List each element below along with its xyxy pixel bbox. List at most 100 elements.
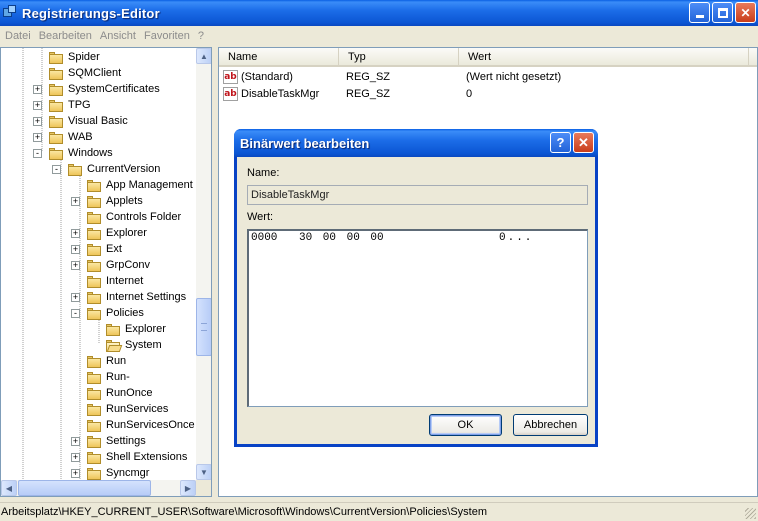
tree-expander[interactable]: +: [33, 117, 42, 126]
tree-expander[interactable]: -: [71, 309, 80, 318]
help-button[interactable]: ?: [550, 132, 571, 153]
tree-expander[interactable]: +: [33, 85, 42, 94]
minimize-icon: [695, 15, 704, 18]
tree-item[interactable]: Explorer: [105, 321, 166, 337]
tree-expander[interactable]: -: [52, 165, 61, 174]
column-value[interactable]: Wert: [459, 48, 749, 65]
hscroll-thumb[interactable]: [18, 480, 151, 496]
tree-item[interactable]: Shell Extensions: [86, 449, 187, 465]
string-value-icon: ab: [223, 87, 238, 101]
list-header: Name Typ Wert: [219, 48, 757, 67]
menu-datei[interactable]: Datei: [3, 30, 37, 42]
folder-icon: [86, 435, 102, 448]
tree-item[interactable]: RunServicesOnce: [86, 417, 195, 433]
tree-item[interactable]: Run-: [86, 369, 130, 385]
hex-bytes: 30 00 00 00: [299, 232, 384, 244]
dialog-close-button[interactable]: ✕: [573, 132, 594, 153]
column-name[interactable]: Name: [219, 48, 339, 65]
tree-item[interactable]: Spider: [48, 49, 100, 65]
row-value: 0: [466, 88, 473, 100]
menu-bar: Datei Bearbeiten Ansicht Favoriten ?: [0, 26, 758, 45]
tree-expander[interactable]: +: [71, 469, 80, 478]
tree-item[interactable]: CurrentVersion: [67, 161, 160, 177]
tree-expander[interactable]: +: [71, 197, 80, 206]
folder-icon: [105, 323, 121, 336]
tree-expander[interactable]: +: [71, 293, 80, 302]
tree-item[interactable]: Controls Folder: [86, 209, 181, 225]
tree-item-label: Visual Basic: [68, 115, 128, 127]
tree-item-label: Internet Settings: [106, 291, 187, 303]
folder-icon: [48, 115, 64, 128]
title-bar[interactable]: Registrierungs-Editor ✕: [0, 0, 758, 26]
tree-item-label: Run: [106, 355, 127, 367]
close-button[interactable]: ✕: [735, 2, 756, 23]
scroll-left-button[interactable]: ◀: [1, 480, 17, 496]
tree-expander[interactable]: +: [71, 261, 80, 270]
list-row[interactable]: ab (Standard) REG_SZ (Wert nicht gesetzt…: [223, 69, 561, 85]
registry-tree[interactable]: Spider SQMClient + SystemCertificates + TPG + V…: [0, 47, 212, 497]
tree-item-label: Spider: [68, 51, 100, 63]
tree-expander[interactable]: +: [71, 437, 80, 446]
tree-item[interactable]: WAB: [48, 129, 93, 145]
minimize-button[interactable]: [689, 2, 710, 23]
tree-item-label: SQMClient: [68, 67, 122, 79]
folder-icon: [86, 355, 102, 368]
list-row[interactable]: ab DisableTaskMgr REG_SZ 0: [223, 86, 472, 102]
menu-bearbeiten[interactable]: Bearbeiten: [37, 30, 98, 42]
tree-item[interactable]: Run: [86, 353, 126, 369]
folder-icon: [48, 51, 64, 64]
dialog-title: Binärwert bearbeiten: [240, 135, 370, 151]
ok-button[interactable]: OK: [429, 414, 502, 436]
tree-expander[interactable]: +: [33, 101, 42, 110]
tree-item[interactable]: SQMClient: [48, 65, 121, 81]
folder-icon: [86, 403, 102, 416]
hex-editor[interactable]: 0000 30 00 00 00 0...: [247, 229, 588, 407]
tree-item-label: Explorer: [125, 323, 166, 335]
folder-icon: [48, 83, 64, 96]
scroll-right-button[interactable]: ▶: [180, 480, 196, 496]
tree-item[interactable]: Settings: [86, 433, 146, 449]
string-value-icon: ab: [223, 70, 238, 84]
tree-item[interactable]: Internet Settings: [86, 289, 186, 305]
tree-item[interactable]: App Management: [86, 177, 193, 193]
tree-expander[interactable]: -: [33, 149, 42, 158]
scroll-down-button[interactable]: ▼: [196, 464, 211, 480]
menu-ansicht[interactable]: Ansicht: [98, 30, 142, 42]
tree-item[interactable]: RunServices: [86, 401, 168, 417]
tree-item-label: Windows: [68, 147, 113, 159]
tree-item[interactable]: RunOnce: [86, 385, 152, 401]
status-path: Arbeitsplatz\HKEY_CURRENT_USER\Software\…: [1, 506, 487, 518]
tree-item-label: Controls Folder: [106, 211, 182, 223]
tree-expander[interactable]: +: [71, 229, 80, 238]
tree-item[interactable]: TPG: [48, 97, 91, 113]
tree-expander[interactable]: +: [71, 453, 80, 462]
folder-icon: [86, 307, 102, 320]
dialog-title-bar[interactable]: Binärwert bearbeiten ? ✕: [234, 129, 598, 157]
scroll-thumb[interactable]: [196, 298, 211, 356]
tree-vertical-scrollbar[interactable]: ▲ ▼: [196, 48, 211, 480]
tree-expander[interactable]: +: [71, 245, 80, 254]
tree-expander[interactable]: +: [33, 133, 42, 142]
tree-item[interactable]: GrpConv: [86, 257, 150, 273]
tree-item[interactable]: Policies: [86, 305, 144, 321]
value-name-field: DisableTaskMgr: [247, 185, 588, 205]
menu-help[interactable]: ?: [196, 30, 210, 42]
cancel-button[interactable]: Abbrechen: [513, 414, 588, 436]
tree-item[interactable]: System: [105, 337, 162, 353]
scroll-up-button[interactable]: ▲: [196, 48, 211, 64]
column-type[interactable]: Typ: [339, 48, 459, 65]
resize-grip-icon[interactable]: [745, 508, 756, 519]
tree-item-label: TPG: [68, 99, 91, 111]
tree-item[interactable]: Internet: [86, 273, 143, 289]
tree-item[interactable]: Explorer: [86, 225, 147, 241]
menu-favoriten[interactable]: Favoriten: [142, 30, 196, 42]
tree-item[interactable]: Ext: [86, 241, 122, 257]
tree-item[interactable]: Applets: [86, 193, 143, 209]
maximize-icon: [717, 7, 728, 18]
tree-item[interactable]: Syncmgr: [86, 465, 149, 481]
tree-item[interactable]: SystemCertificates: [48, 81, 160, 97]
maximize-button[interactable]: [712, 2, 733, 23]
tree-horizontal-scrollbar[interactable]: ◀ ▶: [1, 480, 196, 496]
tree-item[interactable]: Windows: [48, 145, 113, 161]
tree-item[interactable]: Visual Basic: [48, 113, 128, 129]
